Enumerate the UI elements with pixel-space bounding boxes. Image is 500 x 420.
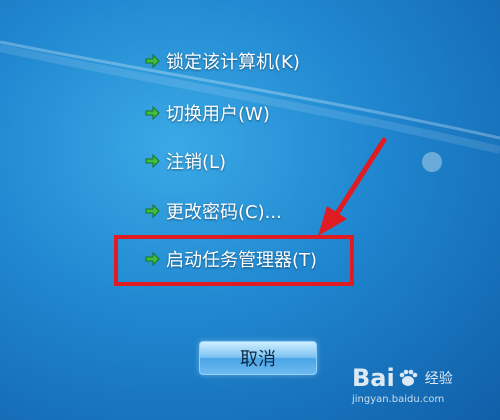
menu-item-start-task-manager[interactable]: 启动任务管理器(T) [144,244,317,274]
menu-item-label: 更改密码(C)... [166,202,282,223]
paw-icon [397,367,419,389]
menu-item-change-password[interactable]: 更改密码(C)... [144,196,282,226]
menu-item-lock-computer[interactable]: 锁定该计算机(K) [144,46,300,76]
menu-item-label: 切换用户(W) [166,104,270,125]
watermark-brand-right: 经验 [424,371,453,387]
cancel-button[interactable]: 取消 [199,341,317,375]
green-arrow-icon [144,105,160,121]
menu-item-label: 启动任务管理器(T) [166,250,318,271]
cancel-button-label: 取消 [240,349,276,370]
green-arrow-icon [144,203,160,219]
menu-item-label: 锁定该计算机(K) [166,52,300,73]
watermark-brand-left: Bai [352,364,395,392]
menu-item-log-off[interactable]: 注销(L) [144,146,226,176]
green-arrow-icon [144,251,160,267]
watermark-url: jingyan.baidu.com [352,394,445,405]
green-arrow-icon [144,153,160,169]
menu-item-switch-user[interactable]: 切换用户(W) [144,98,270,128]
green-arrow-icon [144,53,160,69]
baidu-jingyan-watermark: Bai 经验 jingyan.baidu.com [352,364,498,416]
menu-item-label: 注销(L) [166,152,227,173]
